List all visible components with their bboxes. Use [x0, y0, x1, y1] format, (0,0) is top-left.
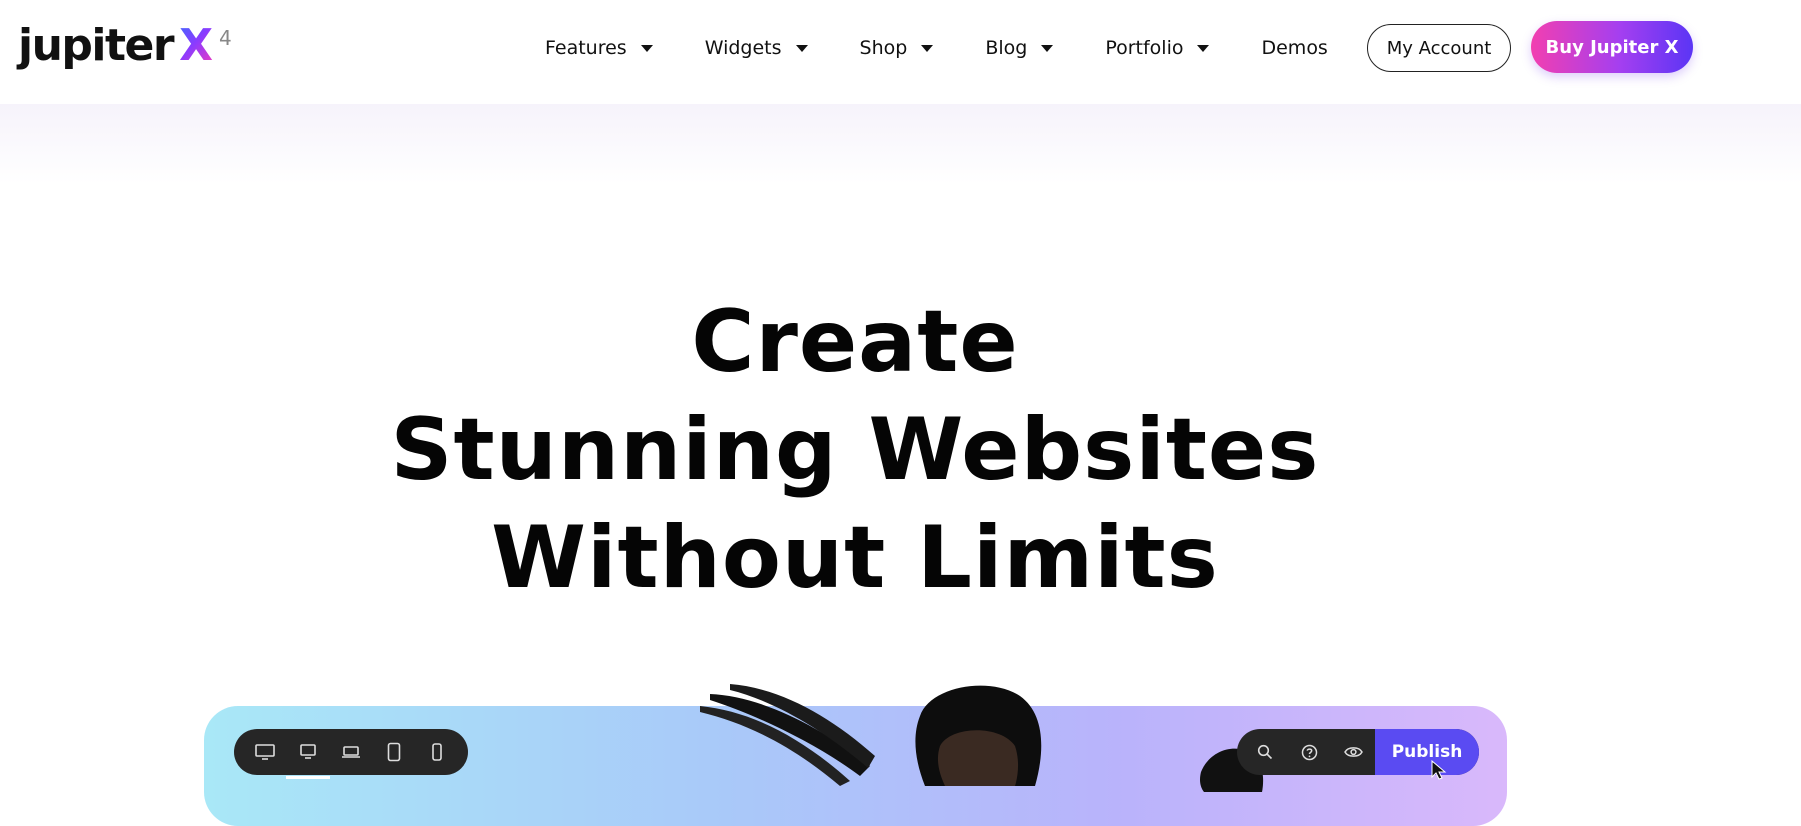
nav-item-label: Shop [859, 37, 908, 59]
jupiter-x-logo[interactable]: jupiter X 4 [18, 20, 232, 80]
nav-item-label: Features [545, 37, 627, 59]
logo-version: 4 [219, 26, 232, 50]
help-icon[interactable] [1298, 741, 1320, 763]
hero-model-image [700, 684, 1042, 786]
nav-item-label: Blog [985, 37, 1028, 59]
nav-item-blog[interactable]: Blog [985, 37, 1054, 59]
nav-item-label: Portfolio [1105, 37, 1184, 59]
hero-band [0, 104, 1801, 184]
desktop-icon[interactable] [286, 740, 331, 779]
nav-item-label: Demos [1261, 37, 1328, 59]
logo-x-mark: X [179, 20, 213, 71]
my-account-button[interactable]: My Account [1367, 24, 1511, 72]
desktop-wide-icon[interactable] [253, 740, 277, 764]
eye-icon[interactable] [1342, 741, 1364, 763]
mobile-icon[interactable] [425, 740, 449, 764]
caret-down-icon [1197, 44, 1210, 52]
caret-down-icon [795, 44, 808, 52]
publish-button[interactable]: Publish [1375, 729, 1479, 775]
laptop-icon[interactable] [339, 740, 363, 764]
caret-down-icon [1041, 44, 1054, 52]
nav-item-label: Widgets [704, 37, 782, 59]
buy-jupiter-x-button[interactable]: Buy Jupiter X [1531, 21, 1693, 73]
hero-line-3: Without Limits [491, 508, 1219, 608]
nav-item-shop[interactable]: Shop [860, 37, 934, 59]
nav-item-portfolio[interactable]: Portfolio [1105, 37, 1210, 59]
nav-item-features[interactable]: Features [545, 37, 653, 59]
nav-item-demos[interactable]: Demos [1261, 37, 1327, 59]
caret-down-icon [921, 44, 934, 52]
site-header: jupiter X 4 Features Widgets Shop Blog P… [0, 0, 1801, 104]
hero-line-1: Create [691, 292, 1019, 392]
search-icon[interactable] [1254, 741, 1276, 763]
device-switcher [234, 729, 468, 779]
main-nav: Features Widgets Shop Blog Portfolio Dem… [545, 28, 1328, 68]
toolbar-icons [1237, 741, 1375, 763]
nav-item-widgets[interactable]: Widgets [705, 37, 808, 59]
tablet-icon[interactable] [382, 740, 406, 764]
mouse-cursor-icon [1431, 760, 1447, 780]
caret-down-icon [640, 44, 653, 52]
logo-word: jupiter [18, 20, 175, 71]
hero-headline: Create Stunning Websites Without Limits [0, 288, 1710, 612]
hero-line-2: Stunning Websites [390, 400, 1320, 500]
